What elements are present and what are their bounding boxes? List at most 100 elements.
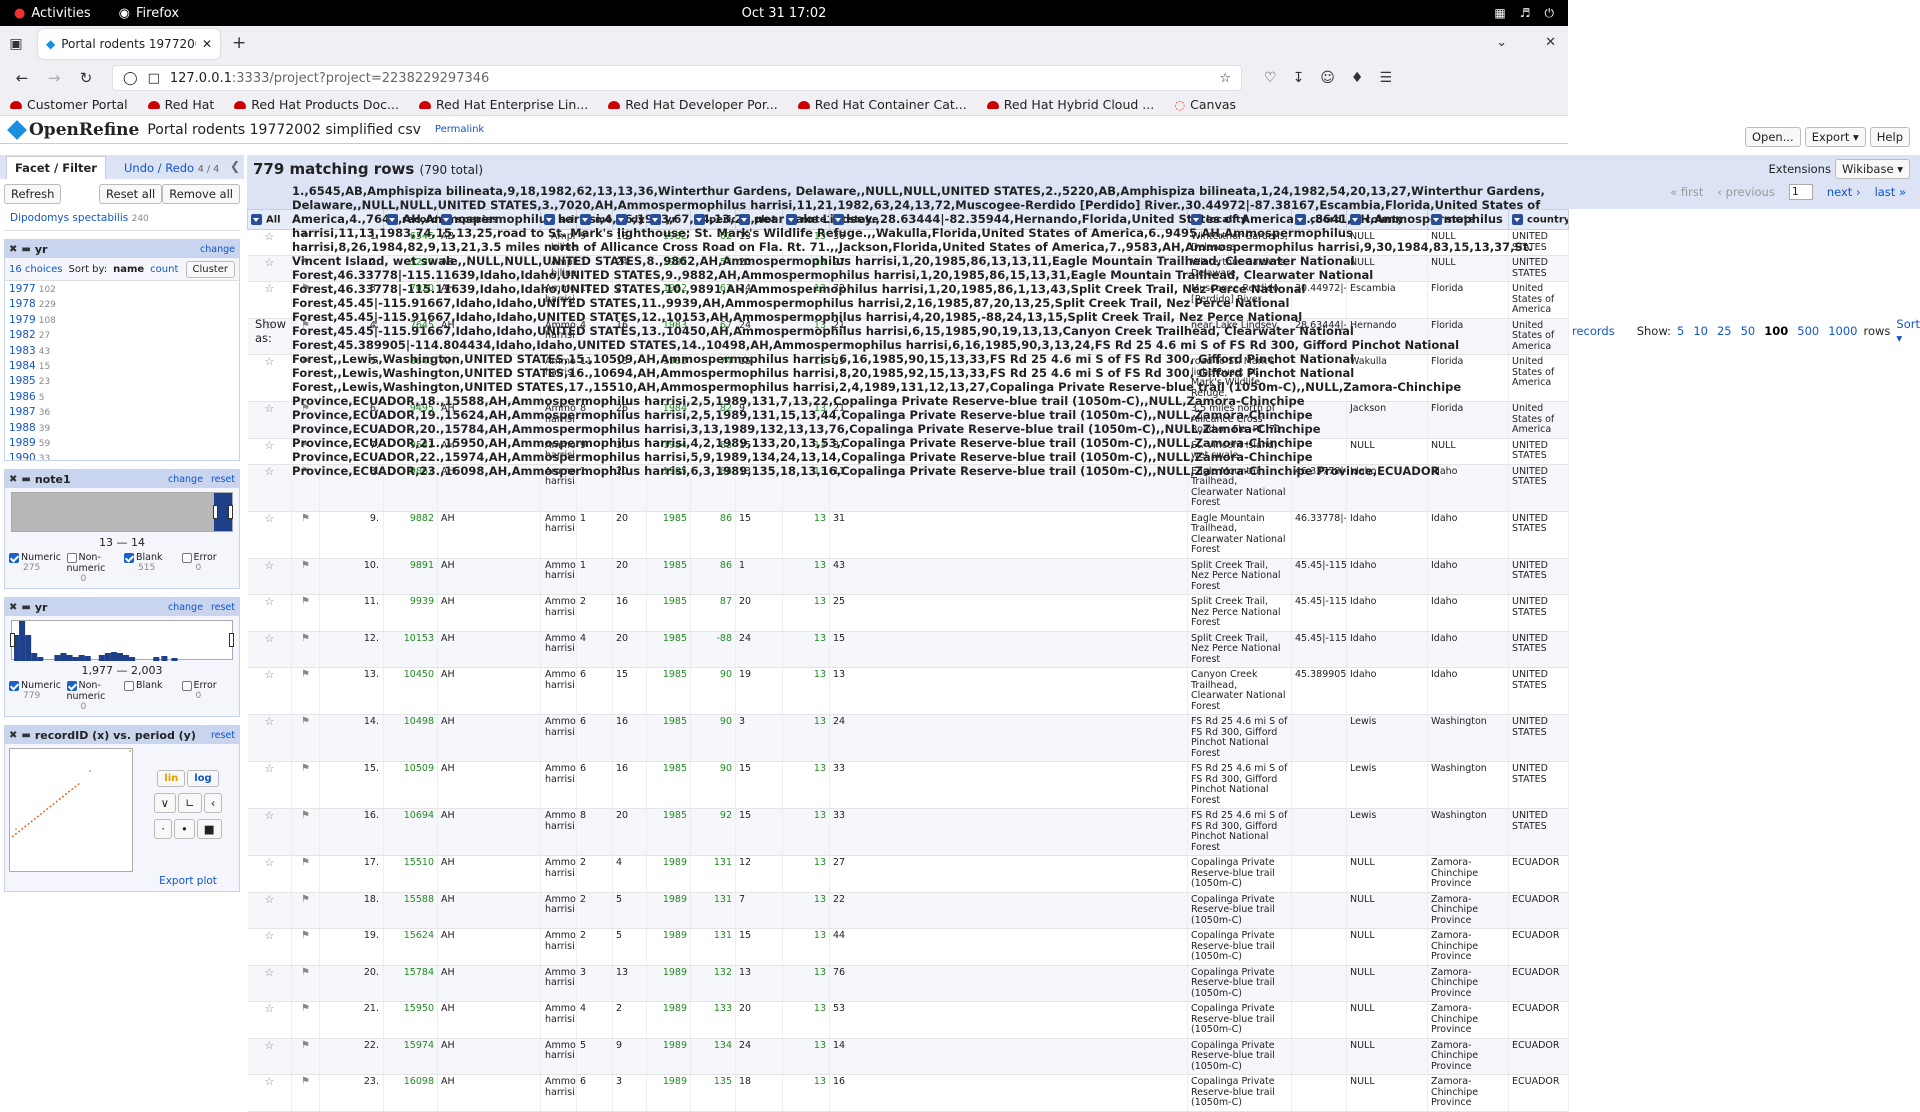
flag-icon[interactable]: ⚑: [292, 762, 320, 809]
cell-country[interactable]: ECUADOR: [1509, 856, 1569, 893]
cell-plot[interactable]: 7: [736, 892, 783, 929]
cell-county[interactable]: Idaho: [1347, 595, 1428, 632]
cell-yr[interactable]: 1989: [647, 929, 691, 966]
cell-country[interactable]: UNITED STATES: [1509, 668, 1569, 715]
row-index[interactable]: 17.: [320, 856, 384, 893]
cell-yr[interactable]: 1985: [647, 715, 691, 762]
cell-period[interactable]: 131: [691, 929, 736, 966]
cell-mo[interactable]: 6: [577, 668, 613, 715]
reset-link[interactable]: reset: [211, 474, 235, 485]
cell-period[interactable]: 131: [691, 892, 736, 929]
cell-dy[interactable]: 15: [613, 668, 647, 715]
cell-note1[interactable]: 13: [783, 856, 830, 893]
minimize-facet-icon[interactable]: ▬: [21, 602, 30, 613]
cell-mo[interactable]: 5: [577, 1038, 613, 1075]
cell-county[interactable]: NULL: [1347, 1038, 1428, 1075]
column-menu-icon[interactable]: [1191, 214, 1202, 225]
cell-scientificname[interactable]: Ammospermophilus harrisi: [541, 558, 577, 595]
row-index[interactable]: 19.: [320, 929, 384, 966]
cell-yr[interactable]: 1989: [647, 892, 691, 929]
row-index[interactable]: 12.: [320, 631, 384, 668]
cell-recordid[interactable]: 10450: [384, 668, 438, 715]
cell-coordinates[interactable]: [1292, 929, 1347, 966]
cell-period[interactable]: 86: [691, 558, 736, 595]
cell-stake[interactable]: 13: [830, 668, 1188, 715]
cell-period[interactable]: 92: [691, 809, 736, 856]
menu-icon[interactable]: ☰: [1379, 70, 1392, 86]
cell-stake[interactable]: 76: [830, 965, 1188, 1002]
cell-plot[interactable]: 24: [736, 631, 783, 668]
cell-stake[interactable]: 15: [830, 631, 1188, 668]
cell-recordid[interactable]: 10509: [384, 762, 438, 809]
row-index[interactable]: 10.: [320, 558, 384, 595]
facet-checkbox-non-numeric[interactable]: Non-numeric0: [67, 552, 121, 584]
cell-coordinates[interactable]: 45.389905|-114.804434: [1292, 668, 1347, 715]
cell-plot[interactable]: 19: [736, 668, 783, 715]
checkbox[interactable]: [67, 681, 77, 691]
column-menu-icon[interactable]: [251, 214, 262, 225]
checkbox[interactable]: [9, 553, 19, 563]
row-index[interactable]: 15.: [320, 762, 384, 809]
cell-period[interactable]: 132: [691, 965, 736, 1002]
cell-coordinates[interactable]: 45.45|-115.91667: [1292, 631, 1347, 668]
cell-scientificname[interactable]: Ammospermophilus harrisi: [541, 595, 577, 632]
facet-choice[interactable]: 1977102: [9, 283, 235, 298]
cell-species[interactable]: AH: [438, 929, 541, 966]
permalink-link[interactable]: Permalink: [435, 124, 484, 135]
cell-stake[interactable]: 43: [830, 558, 1188, 595]
bookmark-item[interactable]: Red Hat Enterprise Lin...: [419, 97, 588, 112]
cell-country[interactable]: UNITED STATES: [1509, 558, 1569, 595]
cell-country[interactable]: ECUADOR: [1509, 929, 1569, 966]
facet-choice[interactable]: 199033: [9, 452, 235, 460]
page-size-option[interactable]: 50: [1741, 324, 1756, 338]
cell-county[interactable]: Idaho: [1347, 558, 1428, 595]
cell-plot[interactable]: 15: [736, 762, 783, 809]
cell-period[interactable]: 86: [691, 511, 736, 558]
cell-species[interactable]: AH: [438, 965, 541, 1002]
cell-yr[interactable]: 1985: [647, 595, 691, 632]
cell-period[interactable]: -88: [691, 631, 736, 668]
cell-state[interactable]: Washington: [1428, 809, 1509, 856]
cell-state[interactable]: Idaho: [1428, 631, 1509, 668]
browser-tab[interactable]: ◆ Portal rodents 19772002 ✕: [38, 29, 220, 59]
cell-species[interactable]: AH: [438, 715, 541, 762]
flag-icon[interactable]: ⚑: [292, 668, 320, 715]
flag-icon[interactable]: ⚑: [292, 809, 320, 856]
row-index[interactable]: 22.: [320, 1038, 384, 1075]
page-size-option[interactable]: 1000: [1828, 324, 1857, 338]
page-size-option[interactable]: 10: [1693, 324, 1708, 338]
cell-note1[interactable]: 13: [783, 892, 830, 929]
facet-checkbox-numeric[interactable]: Numeric275: [9, 552, 63, 584]
cell-state[interactable]: Idaho: [1428, 558, 1509, 595]
cell-state[interactable]: Washington: [1428, 762, 1509, 809]
cell-country[interactable]: UNITED STATES: [1509, 595, 1569, 632]
column-menu-icon[interactable]: [650, 214, 661, 225]
cell-coordinates[interactable]: [1292, 1002, 1347, 1039]
sort-menu[interactable]: Sort ▾: [1896, 317, 1920, 345]
cell-locality[interactable]: Copalinga Private Reserve-blue trail (10…: [1188, 1002, 1292, 1039]
page-number-input[interactable]: 1: [1789, 184, 1813, 200]
cell-note1[interactable]: 13: [783, 715, 830, 762]
cell-period[interactable]: 90: [691, 715, 736, 762]
cell-county[interactable]: Idaho: [1347, 511, 1428, 558]
cell-mo[interactable]: 6: [577, 715, 613, 762]
flag-icon[interactable]: ⚑: [292, 965, 320, 1002]
cell-coordinates[interactable]: [1292, 809, 1347, 856]
cell-dy[interactable]: 5: [613, 892, 647, 929]
minimize-facet-icon[interactable]: ▬: [21, 730, 30, 741]
cell-species[interactable]: AH: [438, 558, 541, 595]
star-icon[interactable]: ☆: [248, 929, 292, 966]
cell-recordid[interactable]: 15510: [384, 856, 438, 893]
shield-icon[interactable]: ◯: [123, 71, 138, 86]
cell-yr[interactable]: 1985: [647, 631, 691, 668]
cell-species[interactable]: AH: [438, 595, 541, 632]
facet-checkbox-error[interactable]: Error0: [182, 552, 236, 584]
cell-yr[interactable]: 1985: [647, 762, 691, 809]
cell-stake[interactable]: 27: [830, 856, 1188, 893]
scatterplot[interactable]: [9, 748, 133, 872]
checkbox[interactable]: [182, 553, 192, 563]
cell-species[interactable]: AH: [438, 762, 541, 809]
cell-coordinates[interactable]: [1292, 762, 1347, 809]
star-icon[interactable]: ☆: [248, 965, 292, 1002]
cell-recordid[interactable]: 15624: [384, 929, 438, 966]
